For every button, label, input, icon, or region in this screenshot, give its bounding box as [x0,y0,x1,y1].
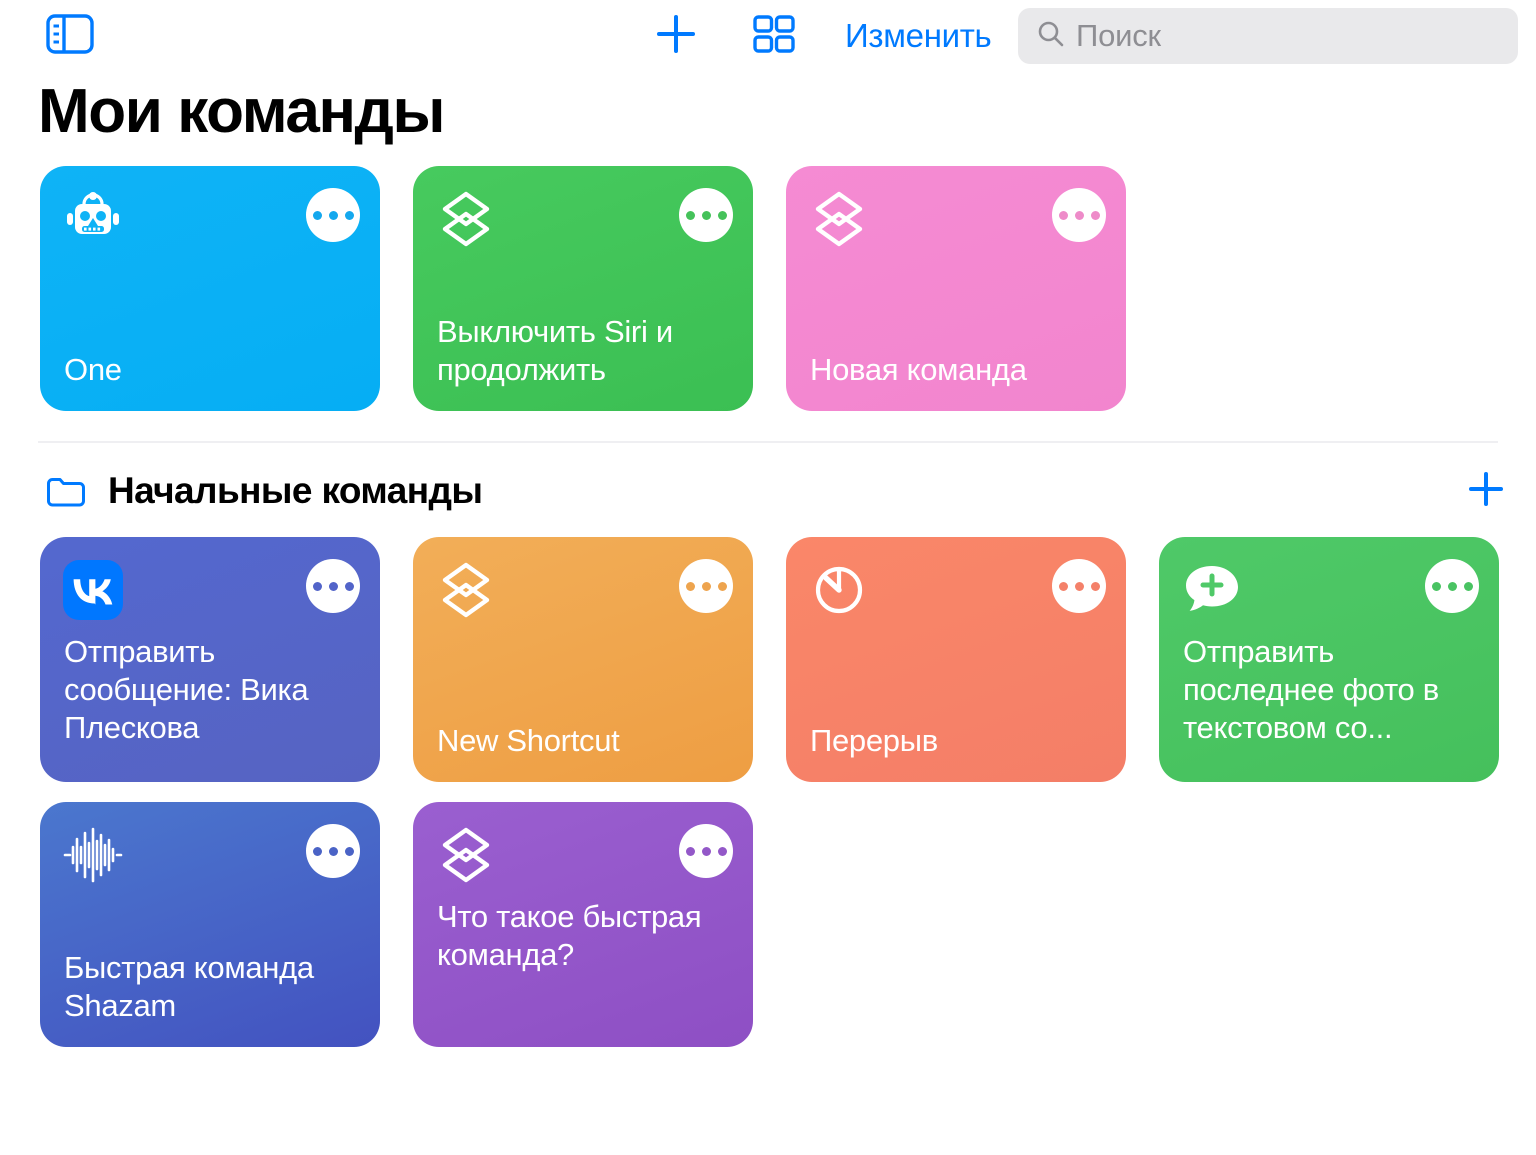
ellipsis-icon [701,846,711,856]
ellipsis-icon [1431,581,1441,591]
ellipsis-icon [344,210,354,220]
ellipsis-icon [312,581,322,591]
ellipsis-icon [328,581,338,591]
ellipsis-icon [312,210,322,220]
ellipsis-icon [701,210,711,220]
ellipsis-icon [1090,210,1100,220]
ellipsis-icon [717,581,727,591]
shortcut-more-options-button[interactable] [1052,559,1106,614]
shortcut-title: One [64,352,122,388]
shortcut-title: Новая команда [810,352,1027,388]
shortcut-card[interactable]: New Shortcut [413,537,753,783]
layers-icon [435,824,497,886]
ellipsis-icon [312,846,322,856]
ellipsis-icon [701,581,711,591]
ellipsis-icon [717,846,727,856]
timer-icon [808,559,870,621]
my-shortcuts-grid: One Выключить Siri и продолжить Новая ко… [0,166,1536,412]
ellipsis-icon [328,846,338,856]
folder-header: Начальные команды [0,443,1536,517]
folder-name: Начальные команды [108,470,483,512]
robot-icon [62,188,124,250]
folder-shortcuts-grid-row-2: Быстрая команда Shazam Что такое быстрая… [0,802,1536,1048]
shortcut-card[interactable]: One [40,166,380,412]
ellipsis-icon [1058,581,1068,591]
ellipsis-icon [328,210,338,220]
shortcut-more-options-button[interactable] [1052,188,1106,243]
search-placeholder: Поиск [1076,18,1161,53]
ellipsis-icon [717,210,727,220]
grid-view-button[interactable] [743,8,805,64]
layers-icon [808,188,870,250]
ellipsis-icon [1074,581,1084,591]
toolbar-center-group: Изменить [645,8,992,64]
layers-icon [435,559,497,621]
ellipsis-icon [1074,210,1084,220]
ellipsis-icon [1463,581,1473,591]
ellipsis-icon [344,846,354,856]
vk-icon [62,559,124,621]
shortcut-title: Что такое быстрая команда? [437,899,702,973]
plus-icon [1464,467,1508,516]
shortcut-card[interactable]: Отправить последнее фото в текстовом со.… [1159,537,1499,783]
search-icon [1036,19,1066,54]
shortcut-card[interactable]: Новая команда [786,166,1126,412]
ellipsis-icon [1090,581,1100,591]
shortcut-more-options-button[interactable] [679,188,733,243]
shortcut-more-options-button[interactable] [679,559,733,614]
shortcut-more-options-button[interactable] [306,559,360,614]
grid-view-icon [751,11,797,62]
add-shortcut-button[interactable] [645,8,707,64]
shortcut-title: Выключить Siri и продолжить [437,313,673,388]
ellipsis-icon [1058,210,1068,220]
ellipsis-icon [685,581,695,591]
ellipsis-icon [1447,581,1457,591]
shortcut-more-options-button[interactable] [1425,559,1479,614]
shortcut-card[interactable]: Выключить Siri и продолжить [413,166,753,412]
plus-icon [654,12,698,61]
shortcut-card[interactable]: Отправить сообщение: Вика Плескова [40,537,380,783]
layers-icon [435,188,497,250]
shortcut-title: Быстрая команда Shazam [64,949,314,1024]
shortcut-more-options-button[interactable] [679,824,733,879]
sidebar-toggle-icon [45,13,95,60]
toolbar: Изменить Поиск [0,0,1536,72]
shortcut-card[interactable]: Быстрая команда Shazam [40,802,380,1048]
folder-shortcuts-grid-row-1: Отправить сообщение: Вика Плескова New S… [0,537,1536,783]
search-field[interactable]: Поиск [1018,8,1518,64]
add-to-folder-button[interactable] [1460,465,1512,517]
shortcut-title: New Shortcut [437,723,620,759]
sidebar-toggle-button[interactable] [44,13,96,60]
shortcut-title: Отправить сообщение: Вика Плескова [64,634,309,746]
shortcut-more-options-button[interactable] [306,188,360,243]
shortcut-card[interactable]: Что такое быстрая команда? [413,802,753,1048]
shortcut-card[interactable]: Перерыв [786,537,1126,783]
folder-icon [46,474,86,508]
message-plus-icon [1181,559,1243,621]
ellipsis-icon [685,846,695,856]
page-title: Мои команды [38,77,445,146]
shortcut-title: Перерыв [810,723,938,759]
edit-button[interactable]: Изменить [845,17,992,55]
shortcut-more-options-button[interactable] [306,824,360,879]
ellipsis-icon [685,210,695,220]
shortcut-title: Отправить последнее фото в текстовом со.… [1183,634,1439,746]
ellipsis-icon [344,581,354,591]
waveform-icon [62,824,124,886]
